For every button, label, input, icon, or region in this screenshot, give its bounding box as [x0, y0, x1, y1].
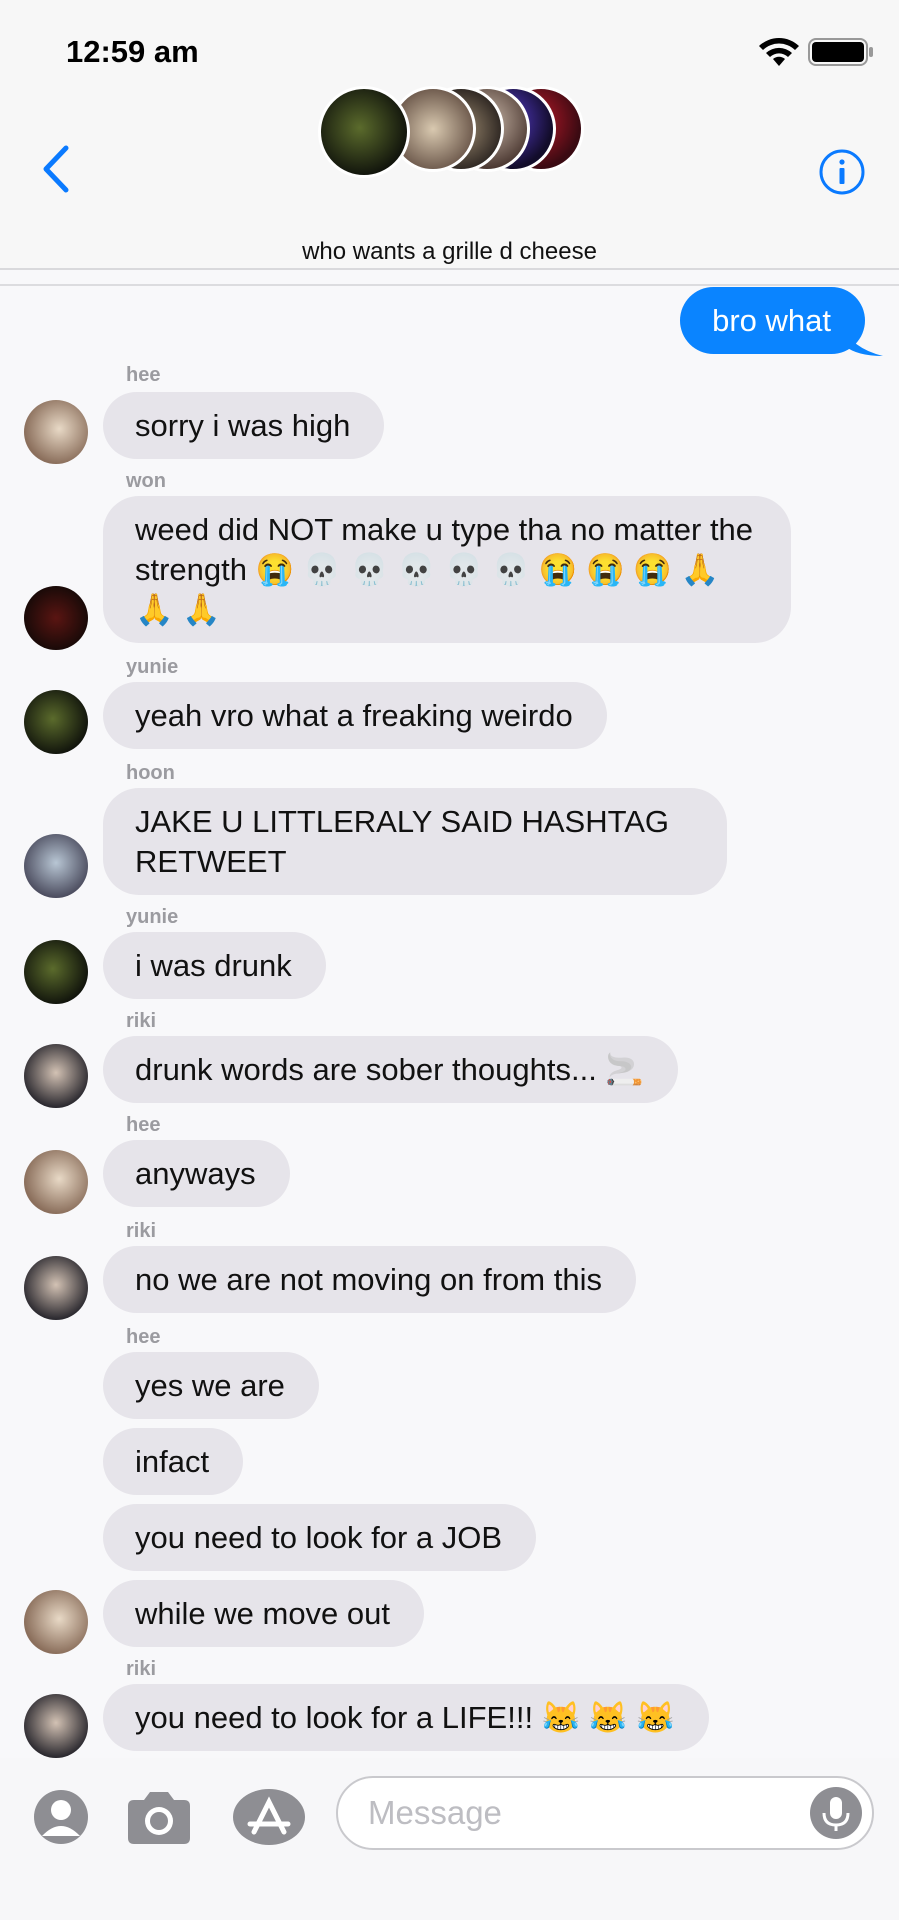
message-input[interactable]: Message	[336, 1776, 874, 1850]
group-avatar	[318, 86, 410, 178]
avatar[interactable]	[24, 1590, 88, 1654]
incoming-message-bubble[interactable]: i was drunk	[103, 932, 326, 999]
microphone-button[interactable]	[810, 1787, 862, 1839]
avatar[interactable]	[24, 834, 88, 898]
avatar[interactable]	[24, 1256, 88, 1320]
sender-name: hoon	[126, 762, 175, 784]
avatar[interactable]	[24, 690, 88, 754]
incoming-message-bubble[interactable]: sorry i was high	[103, 392, 385, 459]
messages-screen: 12:59 am who wants a grille d cheese bro…	[0, 0, 899, 1920]
incoming-message-bubble[interactable]: no we are not moving on from this	[103, 1246, 636, 1313]
sender-name: hee	[126, 1326, 161, 1348]
status-time: 12:59 am	[66, 34, 199, 69]
battery-icon	[808, 38, 873, 66]
incoming-message-bubble[interactable]: infact	[103, 1428, 244, 1495]
memoji-icon[interactable]	[32, 1788, 90, 1846]
sender-name: hee	[126, 364, 161, 386]
sender-name: hee	[126, 1114, 161, 1136]
incoming-message-bubble[interactable]: yes we are	[103, 1352, 319, 1419]
group-avatars[interactable]	[318, 86, 584, 178]
wifi-icon	[759, 38, 799, 66]
sender-name: riki	[126, 1220, 157, 1242]
back-chevron-icon[interactable]	[36, 142, 76, 196]
conversation-header: 12:59 am who wants a grille d cheese	[0, 0, 899, 270]
sender-name: riki	[126, 1010, 157, 1032]
incoming-message-bubble[interactable]: anyways	[103, 1140, 290, 1207]
incoming-message-bubble[interactable]: yeah vro what a freaking weirdo	[103, 682, 607, 749]
incoming-message-bubble[interactable]: weed did NOT make u type tha no matter t…	[103, 496, 791, 643]
app-store-icon[interactable]	[232, 1788, 306, 1846]
message-placeholder: Message	[368, 1794, 502, 1831]
header-divider	[0, 284, 899, 286]
avatar[interactable]	[24, 940, 88, 1004]
incoming-message-bubble[interactable]: you need to look for a JOB	[103, 1504, 537, 1571]
sender-name: yunie	[126, 906, 179, 928]
avatar[interactable]	[24, 400, 88, 464]
sender-name: yunie	[126, 656, 179, 678]
incoming-message-bubble[interactable]: you need to look for a LIFE!!! 😹 😹 😹	[103, 1684, 709, 1751]
incoming-message-bubble[interactable]: while we move out	[103, 1580, 425, 1647]
conversation-title[interactable]: who wants a grille d cheese	[0, 238, 899, 266]
outgoing-message-bubble[interactable]: bro what	[680, 287, 865, 354]
avatar[interactable]	[24, 1694, 88, 1758]
bubble-tail	[843, 326, 883, 356]
sender-name: won	[126, 470, 166, 492]
info-icon[interactable]	[818, 148, 866, 196]
incoming-message-bubble[interactable]: drunk words are sober thoughts... 🚬	[103, 1036, 679, 1103]
avatar[interactable]	[24, 586, 88, 650]
camera-icon[interactable]	[124, 1788, 194, 1846]
avatar[interactable]	[24, 1150, 88, 1214]
avatar[interactable]	[24, 1044, 88, 1108]
incoming-message-bubble[interactable]: JAKE U LITTLERALY SAID HASHTAG RETWEET	[103, 788, 727, 895]
sender-name: riki	[126, 1658, 157, 1680]
microphone-icon	[822, 1797, 850, 1831]
